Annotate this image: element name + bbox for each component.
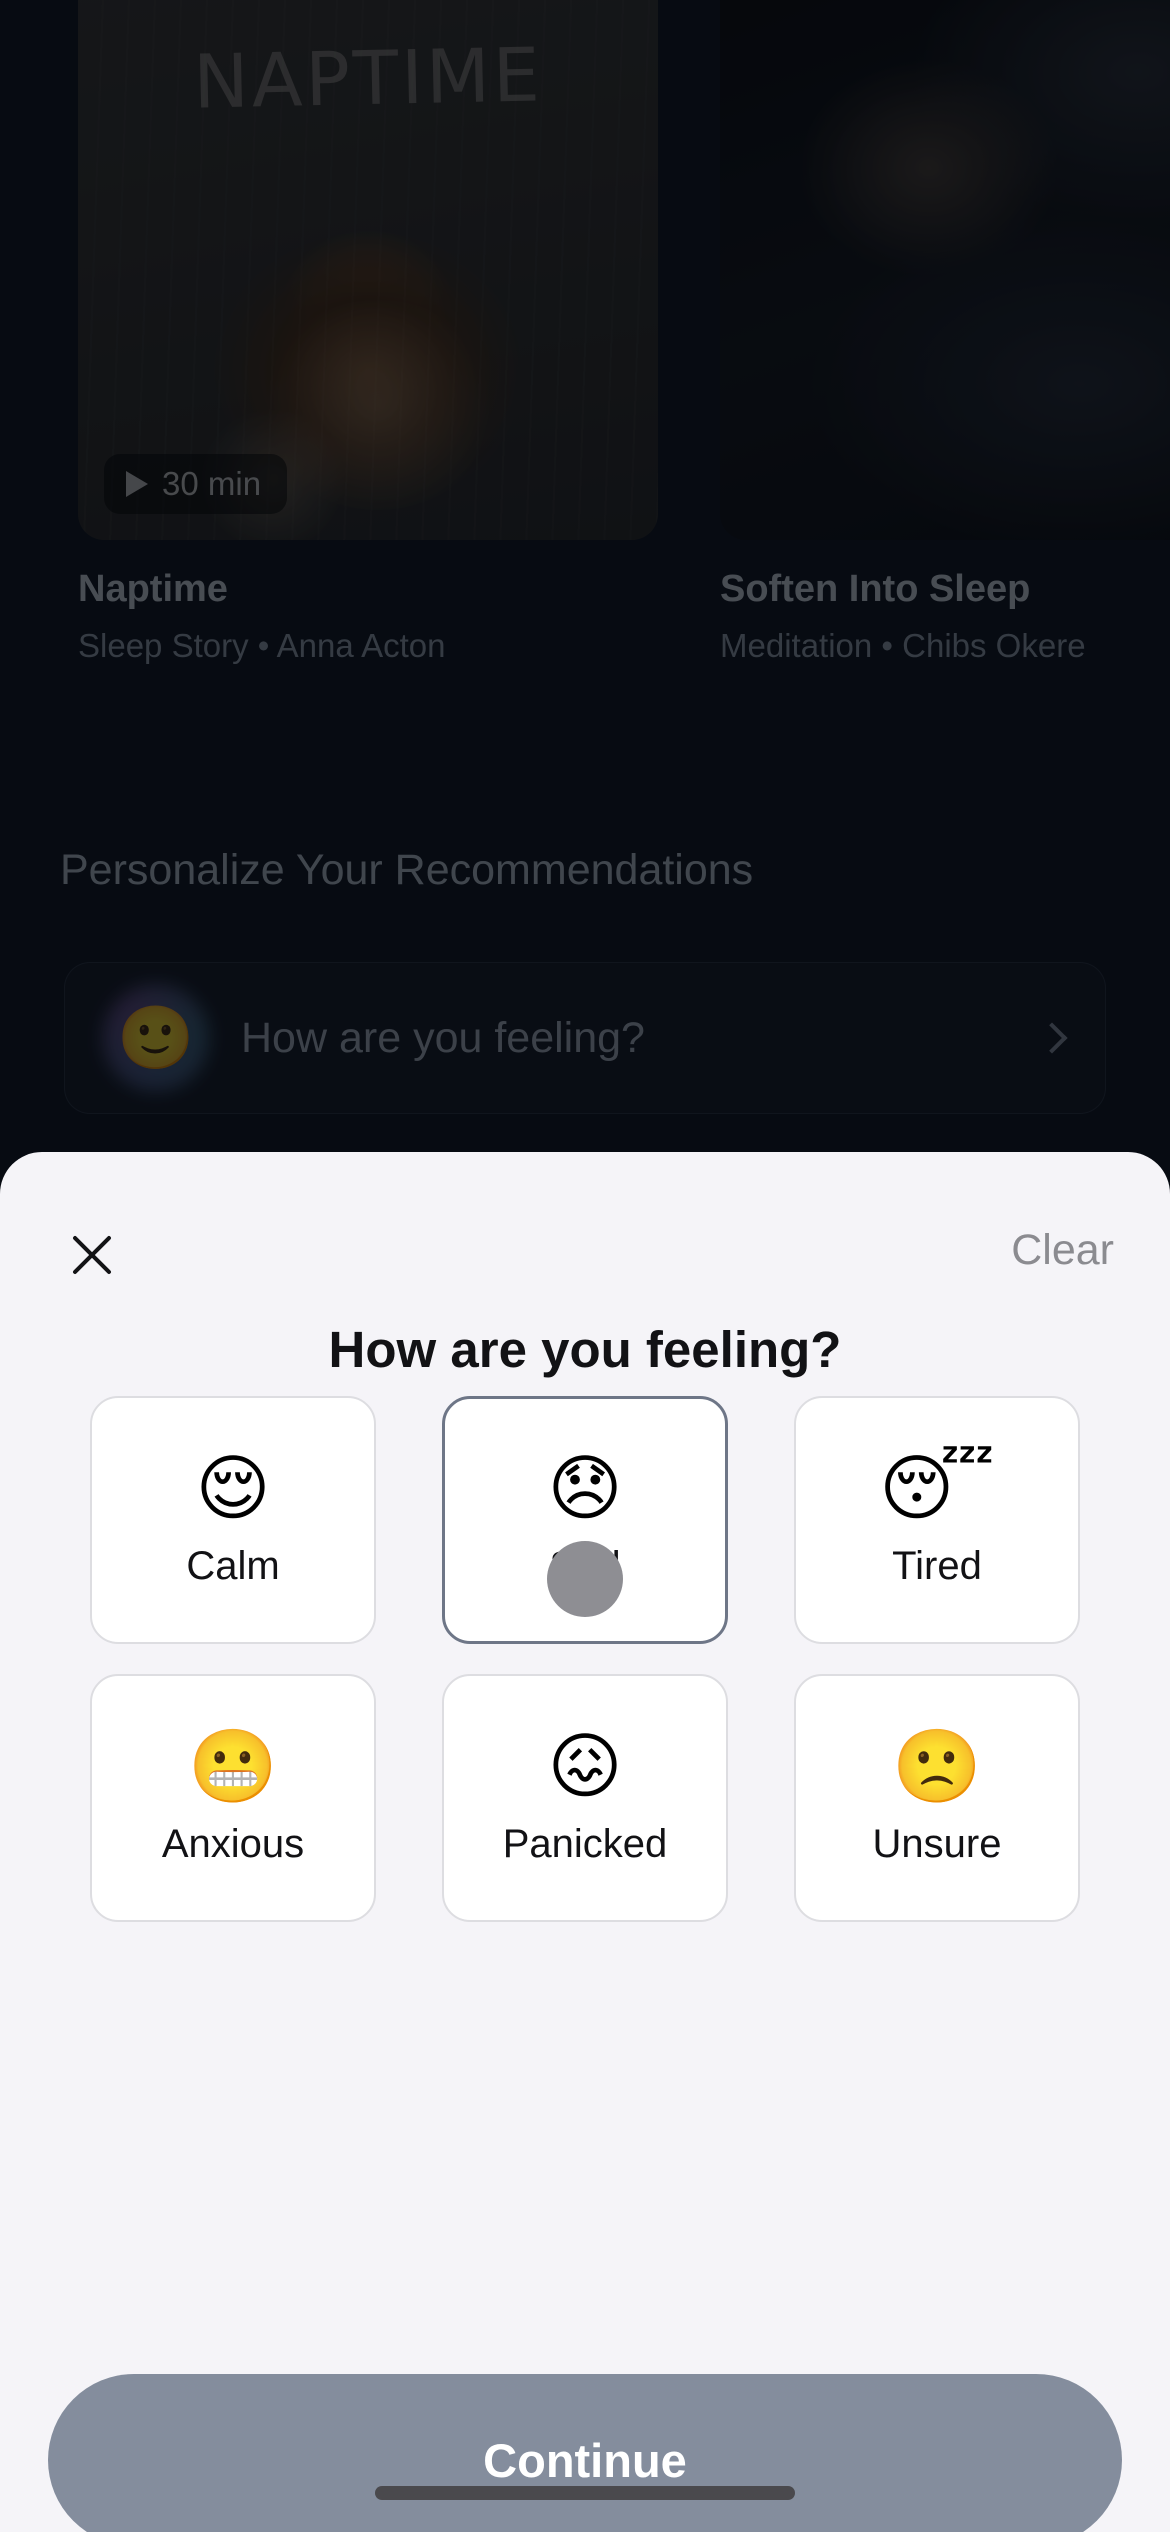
sleeping-face-icon: 😴	[879, 1445, 995, 1530]
mood-option-calm[interactable]: 😌 Calm	[90, 1396, 376, 1644]
mood-option-panicked[interactable]: 😖 Panicked	[442, 1674, 728, 1922]
mood-label: Panicked	[502, 1821, 668, 1866]
mood-label: Tired	[892, 1543, 982, 1588]
mood-option-unsure[interactable]: 🙁 Unsure	[794, 1674, 1080, 1922]
mood-grid: 😌 Calm 😞 Sad 😴 Tired 😬 Anxious 😖 Panicke…	[90, 1396, 1080, 1922]
grimacing-face-icon: 😬	[188, 1723, 278, 1808]
mood-label: Sad	[549, 1543, 621, 1588]
mood-label: Calm	[186, 1543, 280, 1588]
relieved-face-icon: 😌	[195, 1445, 271, 1530]
phone-screen: NAPTIME 30 min Naptime Sleep Story • Ann…	[0, 0, 1170, 2532]
mood-option-tired[interactable]: 😴 Tired	[794, 1396, 1080, 1644]
continue-button[interactable]: Continue	[48, 2374, 1122, 2532]
slightly-frowning-face-icon: 🙁	[892, 1723, 982, 1808]
continue-button-label: Continue	[483, 2433, 687, 2487]
confounded-face-icon: 😖	[547, 1723, 623, 1808]
mood-picker-sheet: Clear How are you feeling? 😌 Calm 😞 Sad …	[0, 1152, 1170, 2532]
sheet-title: How are you feeling?	[328, 1321, 842, 1378]
sheet-topbar: Clear	[0, 1220, 1170, 1292]
mood-label: Anxious	[161, 1821, 305, 1866]
clear-button[interactable]: Clear	[1011, 1226, 1114, 1275]
mood-label: Unsure	[872, 1821, 1002, 1866]
mood-option-sad[interactable]: 😞 Sad	[442, 1396, 728, 1644]
mood-option-anxious[interactable]: 😬 Anxious	[90, 1674, 376, 1922]
home-indicator	[375, 2486, 795, 2500]
disappointed-face-icon: 😞	[547, 1445, 623, 1530]
close-icon[interactable]	[58, 1220, 126, 1288]
